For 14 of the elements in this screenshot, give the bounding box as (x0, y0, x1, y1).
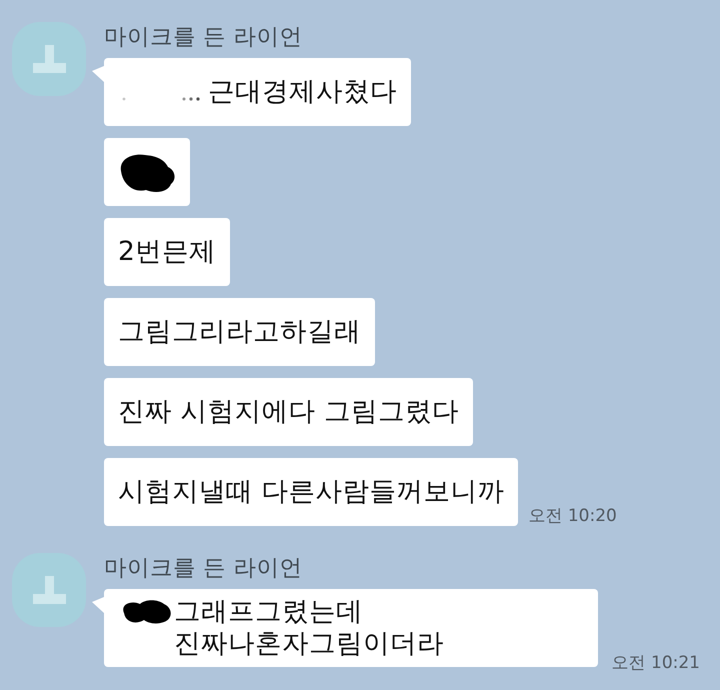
message-text: 그림그리라고하길래 (118, 316, 361, 348)
sender-name: 마이크를 든 라이언 (104, 554, 302, 583)
message-text: 그래프그렸는데 진짜나혼자그림이더라 (174, 596, 444, 660)
message-text: 근대경제사쳤다 (208, 76, 397, 108)
sender-name: 마이크를 든 라이언 (104, 23, 302, 52)
ink-blot-icon (118, 153, 176, 193)
avatar-icon[interactable] (12, 22, 86, 96)
message-text: 2번믄제 (118, 236, 216, 268)
message-text: 진짜 시험지에다 그림그렸다 (118, 396, 459, 428)
message-text: 시험지낼때 다른사람들꺼보니까 (118, 476, 504, 508)
erased-smudge-icon (122, 96, 200, 102)
message-time: 오전 10:21 (612, 653, 700, 673)
avatar-icon[interactable] (12, 553, 86, 627)
message-time: 오전 10:20 (528, 506, 617, 526)
